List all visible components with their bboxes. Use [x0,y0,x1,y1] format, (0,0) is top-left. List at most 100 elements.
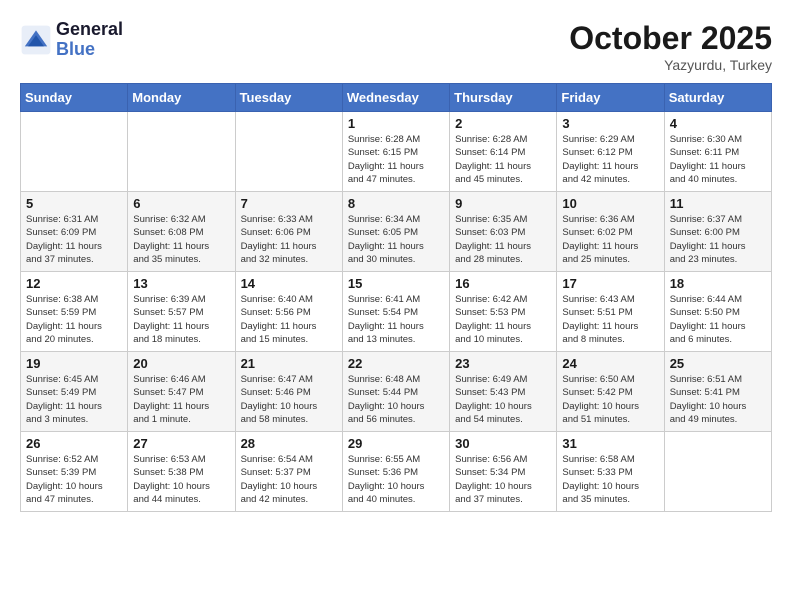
weekday-header: Monday [128,84,235,112]
calendar-cell [128,112,235,192]
day-number: 25 [670,356,766,371]
calendar-cell [235,112,342,192]
logo: General Blue [20,20,123,60]
day-info: Sunrise: 6:29 AM Sunset: 6:12 PM Dayligh… [562,133,658,186]
day-info: Sunrise: 6:46 AM Sunset: 5:47 PM Dayligh… [133,373,229,426]
calendar-cell: 15 Sunrise: 6:41 AM Sunset: 5:54 PM Dayli… [342,272,449,352]
day-info: Sunrise: 6:33 AM Sunset: 6:06 PM Dayligh… [241,213,337,266]
day-number: 1 [348,116,444,131]
calendar-table: SundayMondayTuesdayWednesdayThursdayFrid… [20,83,772,512]
calendar-cell [21,112,128,192]
day-number: 20 [133,356,229,371]
day-info: Sunrise: 6:54 AM Sunset: 5:37 PM Dayligh… [241,453,337,506]
calendar-cell: 5Sunrise: 6:31 AM Sunset: 6:09 PM Daylig… [21,192,128,272]
day-number: 26 [26,436,122,451]
calendar-cell: 29 Sunrise: 6:55 AM Sunset: 5:36 PM Dayli… [342,432,449,512]
weekday-header: Wednesday [342,84,449,112]
calendar-cell: 13 Sunrise: 6:39 AM Sunset: 5:57 PM Dayli… [128,272,235,352]
day-info: Sunrise: 6:52 AM Sunset: 5:39 PM Dayligh… [26,453,122,506]
day-info: Sunrise: 6:40 AM Sunset: 5:56 PM Dayligh… [241,293,337,346]
weekday-header: Friday [557,84,664,112]
day-number: 14 [241,276,337,291]
calendar-cell: 11 Sunrise: 6:37 AM Sunset: 6:00 PM Dayli… [664,192,771,272]
day-info: Sunrise: 6:42 AM Sunset: 5:53 PM Dayligh… [455,293,551,346]
calendar-cell [664,432,771,512]
day-info: Sunrise: 6:56 AM Sunset: 5:34 PM Dayligh… [455,453,551,506]
calendar-cell: 19Sunrise: 6:45 AM Sunset: 5:49 PM Dayli… [21,352,128,432]
day-info: Sunrise: 6:51 AM Sunset: 5:41 PM Dayligh… [670,373,766,426]
calendar-cell: 23 Sunrise: 6:49 AM Sunset: 5:43 PM Dayli… [450,352,557,432]
day-info: Sunrise: 6:39 AM Sunset: 5:57 PM Dayligh… [133,293,229,346]
day-info: Sunrise: 6:41 AM Sunset: 5:54 PM Dayligh… [348,293,444,346]
day-number: 18 [670,276,766,291]
month-name: October 2025 [569,20,772,57]
calendar-cell: 10 Sunrise: 6:36 AM Sunset: 6:02 PM Dayli… [557,192,664,272]
weekday-header: Saturday [664,84,771,112]
calendar-cell: 22 Sunrise: 6:48 AM Sunset: 5:44 PM Dayli… [342,352,449,432]
day-number: 4 [670,116,766,131]
calendar-cell: 1Sunrise: 6:28 AM Sunset: 6:15 PM Daylig… [342,112,449,192]
day-info: Sunrise: 6:43 AM Sunset: 5:51 PM Dayligh… [562,293,658,346]
calendar-cell: 9 Sunrise: 6:35 AM Sunset: 6:03 PM Daylig… [450,192,557,272]
day-number: 16 [455,276,551,291]
calendar-cell: 30 Sunrise: 6:56 AM Sunset: 5:34 PM Dayli… [450,432,557,512]
day-number: 2 [455,116,551,131]
day-number: 17 [562,276,658,291]
day-info: Sunrise: 6:50 AM Sunset: 5:42 PM Dayligh… [562,373,658,426]
calendar-cell: 8 Sunrise: 6:34 AM Sunset: 6:05 PM Daylig… [342,192,449,272]
day-number: 31 [562,436,658,451]
day-info: Sunrise: 6:30 AM Sunset: 6:11 PM Dayligh… [670,133,766,186]
day-number: 23 [455,356,551,371]
calendar-cell: 26 Sunrise: 6:52 AM Sunset: 5:39 PM Dayli… [21,432,128,512]
day-number: 10 [562,196,658,211]
calendar-cell: 24 Sunrise: 6:50 AM Sunset: 5:42 PM Dayli… [557,352,664,432]
calendar-cell: 4 Sunrise: 6:30 AM Sunset: 6:11 PM Daylig… [664,112,771,192]
day-info: Sunrise: 6:53 AM Sunset: 5:38 PM Dayligh… [133,453,229,506]
calendar-cell: 25 Sunrise: 6:51 AM Sunset: 5:41 PM Dayli… [664,352,771,432]
calendar-cell: 14 Sunrise: 6:40 AM Sunset: 5:56 PM Dayli… [235,272,342,352]
day-info: Sunrise: 6:47 AM Sunset: 5:46 PM Dayligh… [241,373,337,426]
day-number: 15 [348,276,444,291]
location: Yazyurdu, Turkey [569,57,772,73]
day-info: Sunrise: 6:28 AM Sunset: 6:14 PM Dayligh… [455,133,551,186]
day-info: Sunrise: 6:37 AM Sunset: 6:00 PM Dayligh… [670,213,766,266]
day-number: 9 [455,196,551,211]
day-info: Sunrise: 6:32 AM Sunset: 6:08 PM Dayligh… [133,213,229,266]
day-number: 22 [348,356,444,371]
day-info: Sunrise: 6:58 AM Sunset: 5:33 PM Dayligh… [562,453,658,506]
day-info: Sunrise: 6:34 AM Sunset: 6:05 PM Dayligh… [348,213,444,266]
day-number: 29 [348,436,444,451]
day-number: 5 [26,196,122,211]
day-number: 28 [241,436,337,451]
day-number: 7 [241,196,337,211]
day-number: 8 [348,196,444,211]
day-number: 21 [241,356,337,371]
month-title: October 2025 Yazyurdu, Turkey [569,20,772,73]
day-number: 6 [133,196,229,211]
day-number: 12 [26,276,122,291]
logo-line1: General [56,20,123,40]
day-info: Sunrise: 6:35 AM Sunset: 6:03 PM Dayligh… [455,213,551,266]
day-number: 30 [455,436,551,451]
day-number: 3 [562,116,658,131]
day-info: Sunrise: 6:49 AM Sunset: 5:43 PM Dayligh… [455,373,551,426]
weekday-header: Sunday [21,84,128,112]
logo-icon [20,24,52,56]
logo-line2: Blue [56,40,123,60]
calendar-cell: 18 Sunrise: 6:44 AM Sunset: 5:50 PM Dayli… [664,272,771,352]
day-info: Sunrise: 6:44 AM Sunset: 5:50 PM Dayligh… [670,293,766,346]
calendar-cell: 21 Sunrise: 6:47 AM Sunset: 5:46 PM Dayli… [235,352,342,432]
day-info: Sunrise: 6:36 AM Sunset: 6:02 PM Dayligh… [562,213,658,266]
day-number: 24 [562,356,658,371]
calendar-cell: 2 Sunrise: 6:28 AM Sunset: 6:14 PM Daylig… [450,112,557,192]
calendar-cell: 6 Sunrise: 6:32 AM Sunset: 6:08 PM Daylig… [128,192,235,272]
day-info: Sunrise: 6:48 AM Sunset: 5:44 PM Dayligh… [348,373,444,426]
day-info: Sunrise: 6:55 AM Sunset: 5:36 PM Dayligh… [348,453,444,506]
day-number: 11 [670,196,766,211]
calendar-cell: 31 Sunrise: 6:58 AM Sunset: 5:33 PM Dayli… [557,432,664,512]
day-number: 13 [133,276,229,291]
weekday-header: Tuesday [235,84,342,112]
weekday-header: Thursday [450,84,557,112]
page-header: General Blue October 2025 Yazyurdu, Turk… [20,20,772,73]
day-info: Sunrise: 6:38 AM Sunset: 5:59 PM Dayligh… [26,293,122,346]
